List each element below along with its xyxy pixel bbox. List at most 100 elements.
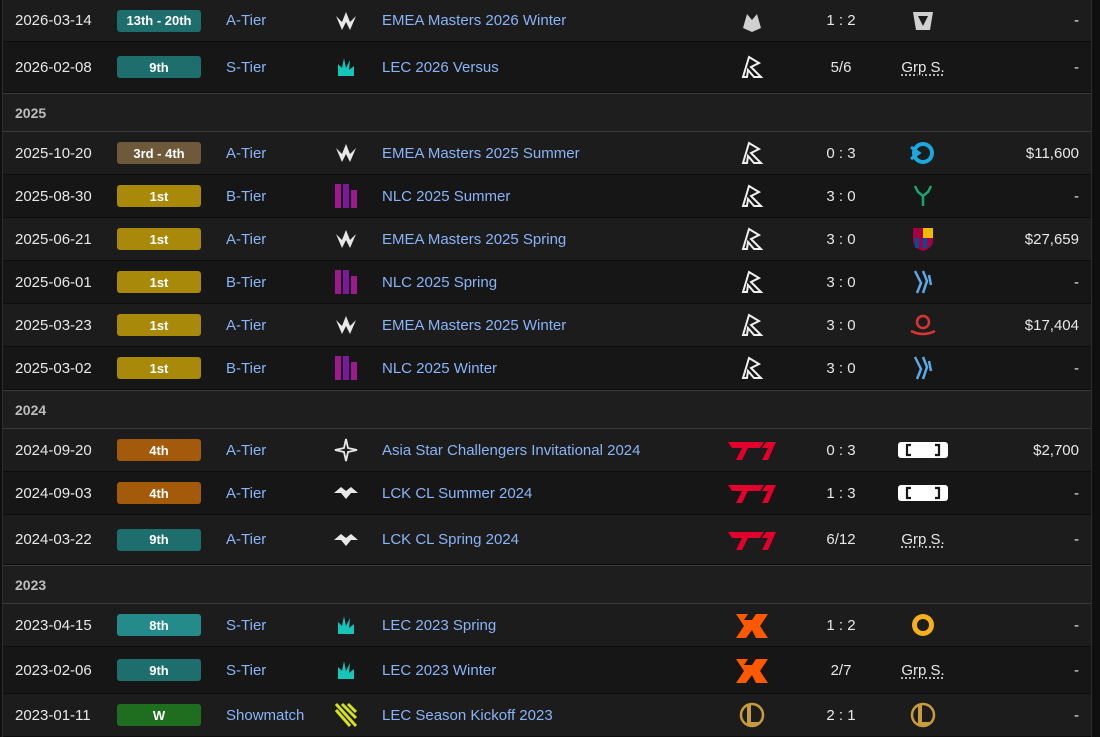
prize: - xyxy=(1074,12,1079,29)
barca-logo-icon[interactable] xyxy=(883,218,963,260)
tournament-link[interactable]: EMEA Masters 2025 Winter xyxy=(382,304,566,346)
prize: $27,659 xyxy=(1024,230,1079,248)
tier-link[interactable]: A-Tier xyxy=(226,515,266,564)
prize: - xyxy=(1074,706,1079,724)
result-row: 2025-06-01 1st B-Tier NLC 2025 Spring 3 : 0 - xyxy=(3,261,1091,304)
date: 2025-06-01 xyxy=(15,273,92,291)
tier-link[interactable]: B-Tier xyxy=(226,347,266,389)
lec-icon[interactable] xyxy=(328,647,364,693)
emea-masters-icon[interactable] xyxy=(328,218,364,260)
octopus-logo-icon[interactable] xyxy=(883,304,963,346)
team-logo-icon[interactable] xyxy=(721,0,783,41)
result-row: 2025-08-30 1st B-Tier NLC 2025 Summer 3 : 0 - xyxy=(3,175,1091,218)
score: 6/12 xyxy=(826,531,856,548)
score: 1 : 3 xyxy=(826,484,856,502)
score: 3 : 0 xyxy=(826,187,856,205)
lol-logo-icon[interactable] xyxy=(883,694,963,736)
lol-logo-icon[interactable] xyxy=(721,694,783,736)
prize: - xyxy=(1074,58,1079,76)
tier-link[interactable]: S-Tier xyxy=(226,604,266,646)
placement-badge: W xyxy=(117,704,201,726)
tournament-link[interactable]: EMEA Masters 2025 Summer xyxy=(382,132,580,174)
lck-icon[interactable] xyxy=(328,472,364,514)
lec-icon[interactable] xyxy=(328,604,364,646)
lec-kickoff-icon[interactable] xyxy=(328,694,364,736)
placement: W xyxy=(117,694,201,736)
wing-logo-icon[interactable] xyxy=(883,347,963,389)
result-row: 2024-09-03 4th A-Tier LCK CL Summer 2024 1 :… xyxy=(3,472,1091,515)
wing-logo-icon[interactable] xyxy=(883,261,963,303)
tier-link[interactable]: A-Tier xyxy=(226,132,266,174)
tier-link[interactable]: Showmatch xyxy=(226,694,304,736)
tier-link[interactable]: S-Tier xyxy=(226,42,266,92)
prize: - xyxy=(1074,359,1079,377)
bracket-logo-icon[interactable] xyxy=(883,429,963,471)
emea-masters-icon[interactable] xyxy=(328,132,364,174)
placement: 1st xyxy=(117,347,201,389)
placement: 1st xyxy=(117,175,201,217)
karmine-logo-icon[interactable] xyxy=(883,132,963,174)
prize: - xyxy=(1074,187,1079,205)
tier-link[interactable]: A-Tier xyxy=(226,472,266,514)
tournament-link[interactable]: NLC 2025 Summer xyxy=(382,175,510,217)
tier-link[interactable]: S-Tier xyxy=(226,647,266,693)
t1-logo-icon[interactable] xyxy=(721,472,783,514)
tournament-link[interactable]: Asia Star Challengers Invitational 2024 xyxy=(382,429,641,471)
prize: $2,700 xyxy=(1033,441,1079,459)
bracket-logo-icon[interactable] xyxy=(883,472,963,514)
los-ratones-logo-icon[interactable] xyxy=(721,175,783,217)
tournament-link[interactable]: LCK CL Spring 2024 xyxy=(382,515,519,564)
prize: - xyxy=(1074,484,1079,502)
tournament-link[interactable]: EMEA Masters 2025 Spring xyxy=(382,218,566,260)
star-icon[interactable] xyxy=(328,429,364,471)
tier-link[interactable]: B-Tier xyxy=(226,261,266,303)
tournament-link[interactable]: LEC 2023 Spring xyxy=(382,604,496,646)
tournament-link[interactable]: NLC 2025 Spring xyxy=(382,261,497,303)
t1-logo-icon[interactable] xyxy=(721,429,783,471)
los-ratones-logo-icon[interactable] xyxy=(721,261,783,303)
los-ratones-logo-icon[interactable] xyxy=(721,42,783,92)
nlc-icon[interactable] xyxy=(328,347,364,389)
prize: $11,600 xyxy=(1025,144,1079,162)
tournament-link[interactable]: NLC 2025 Winter xyxy=(382,347,497,389)
placement-badge: 8th xyxy=(117,614,201,636)
tournament-link[interactable]: LEC 2023 Winter xyxy=(382,647,496,693)
placement: 4th xyxy=(117,472,201,514)
placement: 3rd - 4th xyxy=(117,132,201,174)
tournament-link[interactable]: LCK CL Summer 2024 xyxy=(382,472,532,514)
los-ratones-logo-icon[interactable] xyxy=(721,304,783,346)
emea-masters-icon[interactable] xyxy=(328,304,364,346)
placement-badge: 1st xyxy=(117,271,201,293)
date: 2026-03-14 xyxy=(15,12,92,29)
mad-lions-logo-icon[interactable] xyxy=(883,604,963,646)
stag-logo-icon[interactable] xyxy=(883,175,963,217)
result-row: 2026-03-14 13th - 20th A-Tier EMEA Masters … xyxy=(3,0,1091,42)
date: 2023-02-06 xyxy=(15,661,92,679)
nlc-icon[interactable] xyxy=(328,175,364,217)
los-ratones-logo-icon[interactable] xyxy=(721,218,783,260)
placement-badge: 1st xyxy=(117,185,201,207)
tier-link[interactable]: A-Tier xyxy=(226,218,266,260)
fnatic-logo-icon[interactable] xyxy=(721,647,783,693)
emea-masters-icon[interactable] xyxy=(328,0,364,41)
score: 0 : 3 xyxy=(826,441,856,459)
tier-link[interactable]: A-Tier xyxy=(226,304,266,346)
tier-link[interactable]: B-Tier xyxy=(226,175,266,217)
result-row: 2024-03-22 9th A-Tier LCK CL Spring 2024 6/1… xyxy=(3,515,1091,565)
tier-link[interactable]: A-Tier xyxy=(226,429,266,471)
opponent-logo-icon[interactable] xyxy=(883,0,963,41)
los-ratones-logo-icon[interactable] xyxy=(721,132,783,174)
los-ratones-logo-icon[interactable] xyxy=(721,347,783,389)
lec-icon[interactable] xyxy=(328,42,364,92)
lck-icon[interactable] xyxy=(328,515,364,564)
placement-badge: 13th - 20th xyxy=(117,9,201,32)
t1-logo-icon[interactable] xyxy=(721,515,783,564)
tournament-link[interactable]: LEC 2026 Versus xyxy=(382,42,499,92)
fnatic-logo-icon[interactable] xyxy=(721,604,783,646)
tournament-link[interactable]: LEC Season Kickoff 2023 xyxy=(382,694,553,736)
tier-link[interactable]: A-Tier xyxy=(226,0,266,41)
date: 2024-09-20 xyxy=(15,441,92,459)
tournament-link[interactable]: EMEA Masters 2026 Winter xyxy=(382,0,566,41)
result-row: 2023-02-06 9th S-Tier LEC 2023 Winter 2/7 Grp… xyxy=(3,647,1091,694)
nlc-icon[interactable] xyxy=(328,261,364,303)
